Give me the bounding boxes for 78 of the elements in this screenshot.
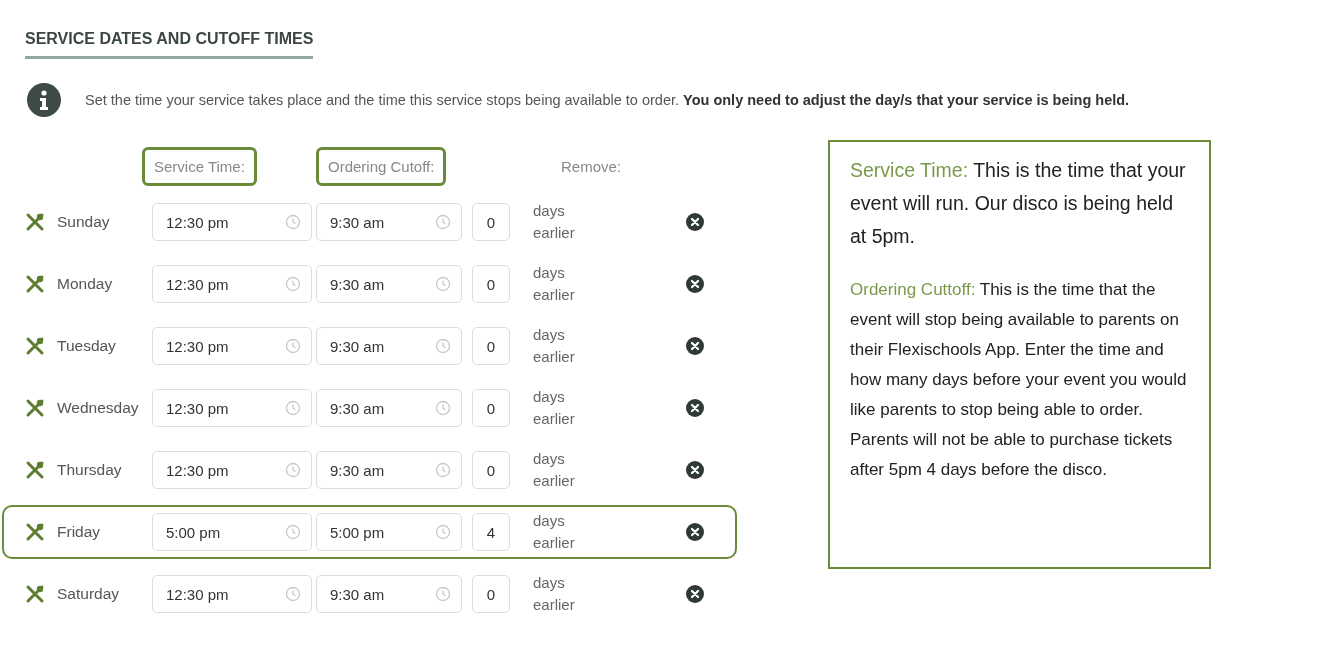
clock-icon: [285, 524, 301, 540]
day-label: Thursday: [57, 461, 122, 479]
remove-button[interactable]: [686, 337, 704, 355]
clock-icon: [435, 586, 451, 602]
days-earlier-label: days earlier: [533, 511, 576, 553]
close-icon: [686, 275, 704, 293]
day-label: Friday: [57, 523, 101, 541]
time-field[interactable]: 12:30 pm: [152, 451, 312, 489]
cutlery-icon: [25, 584, 45, 604]
remove-button[interactable]: [686, 461, 704, 479]
number-field[interactable]: 0: [472, 451, 510, 489]
days-earlier-label: days earlier: [533, 201, 576, 243]
info-icon: [27, 83, 61, 117]
number-field[interactable]: 0: [472, 327, 510, 365]
column-header: Ordering Cutoff:: [316, 146, 447, 186]
number-field[interactable]: 0: [472, 575, 510, 613]
section-heading: SERVICE DATES AND CUTOFF TIMES: [25, 30, 314, 59]
remove-button[interactable]: [686, 399, 704, 417]
time-field[interactable]: 5:00 pm: [316, 513, 462, 551]
column-header: Service Time:: [142, 146, 257, 186]
clock-icon: [435, 214, 451, 230]
remove-button[interactable]: [686, 585, 704, 603]
close-icon: [686, 585, 704, 603]
time-field[interactable]: 12:30 pm: [152, 265, 312, 303]
clock-icon: [285, 214, 301, 230]
cutlery-icon: [25, 336, 45, 356]
clock-icon: [435, 276, 451, 292]
time-field[interactable]: 12:30 pm: [152, 575, 312, 613]
clock-icon: [435, 400, 451, 416]
number-field[interactable]: 4: [472, 513, 510, 551]
cutlery-icon: [25, 398, 45, 418]
days-earlier-label: days earlier: [533, 573, 576, 615]
days-earlier-label: days earlier: [533, 387, 576, 429]
time-field[interactable]: 12:30 pm: [152, 389, 312, 427]
clock-icon: [285, 338, 301, 354]
close-icon: [686, 337, 704, 355]
remove-button[interactable]: [686, 523, 704, 541]
number-field[interactable]: 0: [472, 389, 510, 427]
cutlery-icon: [25, 460, 45, 480]
days-earlier-label: days earlier: [533, 263, 576, 305]
time-field[interactable]: 9:30 am: [316, 327, 462, 365]
clock-icon: [285, 462, 301, 478]
callout-paragraph: Service Time: This is the time that your event will run. Our disco is being held at 5pm.: [850, 158, 1187, 249]
close-icon: [686, 523, 704, 541]
remove-button[interactable]: [686, 275, 704, 293]
close-icon: [686, 461, 704, 479]
cutlery-icon: [25, 274, 45, 294]
info-text: Set the time your service takes place and the time this service stops being available to order. You only need to adjust the day/s that your service is being held.: [85, 92, 1130, 108]
day-label: Monday: [57, 275, 113, 293]
day-label: Saturday: [57, 585, 120, 603]
days-earlier-label: days earlier: [533, 325, 576, 367]
number-field[interactable]: 0: [472, 265, 510, 303]
time-field[interactable]: 9:30 am: [316, 451, 462, 489]
time-field[interactable]: 9:30 am: [316, 265, 462, 303]
time-field[interactable]: 9:30 am: [316, 203, 462, 241]
time-field[interactable]: 9:30 am: [316, 575, 462, 613]
day-label: Sunday: [57, 213, 110, 231]
clock-icon: [285, 400, 301, 416]
close-icon: [686, 213, 704, 231]
close-icon: [686, 399, 704, 417]
callout-paragraph: Ordering Cuttoff: This is the time that the event will stop being available to parents on their Flexischools App. Enter the time and how many days before your event you would like parents to stop being able to order. Parents will not be able to purchase tickets after 5pm 4 days before the disco.: [850, 279, 1188, 481]
day-label: Wednesday: [57, 399, 139, 417]
column-header: Remove:: [559, 156, 622, 177]
number-field[interactable]: 0: [472, 203, 510, 241]
days-earlier-label: days earlier: [533, 449, 576, 491]
clock-icon: [435, 462, 451, 478]
cutlery-icon: [25, 212, 45, 232]
time-field[interactable]: 12:30 pm: [152, 203, 312, 241]
clock-icon: [285, 586, 301, 602]
time-field[interactable]: 9:30 am: [316, 389, 462, 427]
remove-button[interactable]: [686, 213, 704, 231]
day-label: Tuesday: [57, 337, 116, 355]
clock-icon: [435, 524, 451, 540]
cutlery-icon: [25, 522, 45, 542]
time-field[interactable]: 5:00 pm: [152, 513, 312, 551]
time-field[interactable]: 12:30 pm: [152, 327, 312, 365]
clock-icon: [285, 276, 301, 292]
clock-icon: [435, 338, 451, 354]
